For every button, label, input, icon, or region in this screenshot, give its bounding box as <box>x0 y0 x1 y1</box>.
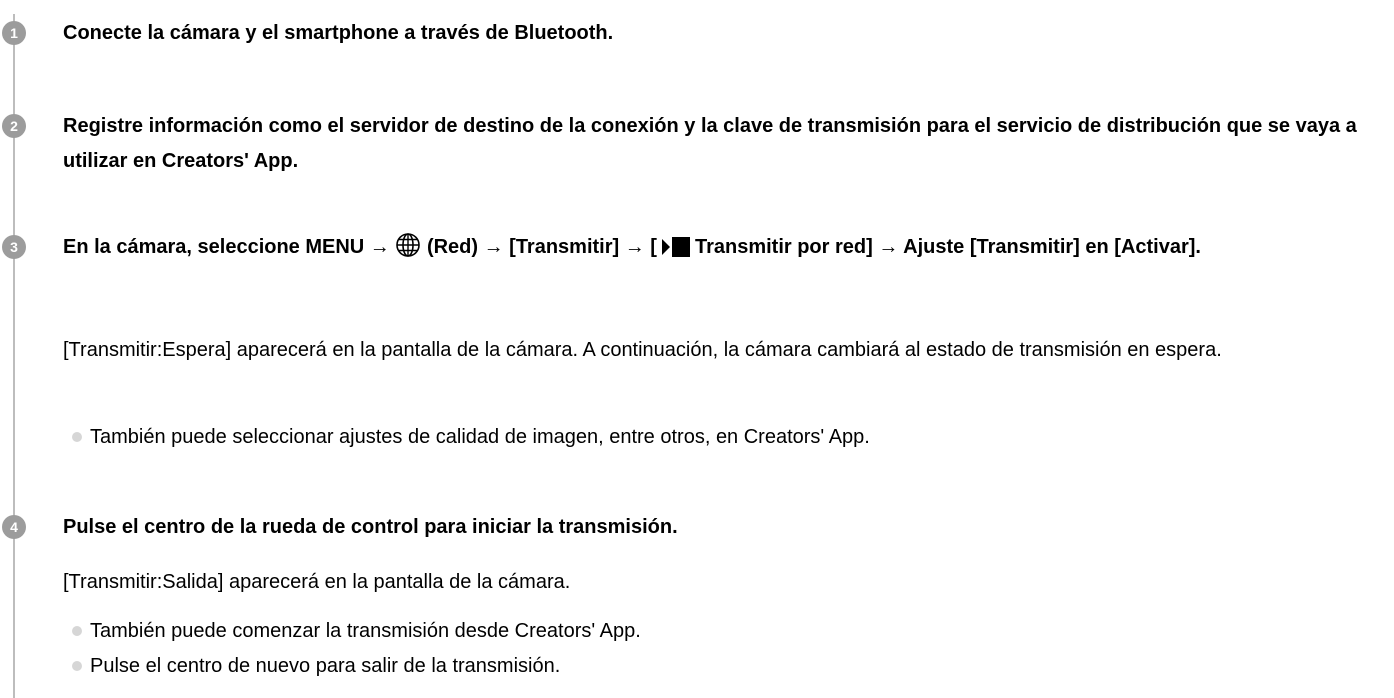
stream-icon <box>661 235 691 270</box>
step-3-title-part-a: En la cámara, seleccione MENU → <box>63 236 390 258</box>
step-3-bullet-1: También puede seleccionar ajustes de cal… <box>72 423 1380 451</box>
step-number-4: 4 <box>2 515 26 539</box>
step-4-bullet-1: También puede comenzar la transmisión de… <box>72 617 1380 645</box>
bullet-dot <box>72 432 82 442</box>
bullet-text: También puede seleccionar ajustes de cal… <box>90 426 870 448</box>
step-number-3: 3 <box>2 235 26 259</box>
step-3-description: [Transmitir:Espera] aparecerá en la pant… <box>63 339 1222 361</box>
step-4-title: Pulse el centro de la rueda de control p… <box>63 516 678 538</box>
step-3-title-part-b: (Red) → [Transmitir] → [ <box>426 236 657 258</box>
bullet-dot <box>72 661 82 671</box>
step-list: 1 Conecte la cámara y el smartphone a tr… <box>0 0 1394 698</box>
bullet-text: También puede comenzar la transmisión de… <box>90 620 641 642</box>
step-4-description: [Transmitir:Salida] aparecerá en la pant… <box>63 571 571 593</box>
step-number-2: 2 <box>2 114 26 138</box>
step-number-1: 1 <box>2 21 26 45</box>
bullet-text: Pulse el centro de nuevo para salir de l… <box>90 655 561 677</box>
step-3-title: En la cámara, seleccione MENU → (Red) → … <box>63 230 1388 270</box>
step-4-bullet-2: Pulse el centro de nuevo para salir de l… <box>72 652 1380 680</box>
globe-network-icon <box>395 232 421 270</box>
step-2-title: Registre información como el servidor de… <box>63 115 1357 172</box>
step-3-title-part-c: Transmitir por red] → Ajuste [Transmitir… <box>694 236 1201 258</box>
step-1-title: Conecte la cámara y el smartphone a trav… <box>63 22 614 44</box>
bullet-dot <box>72 626 82 636</box>
